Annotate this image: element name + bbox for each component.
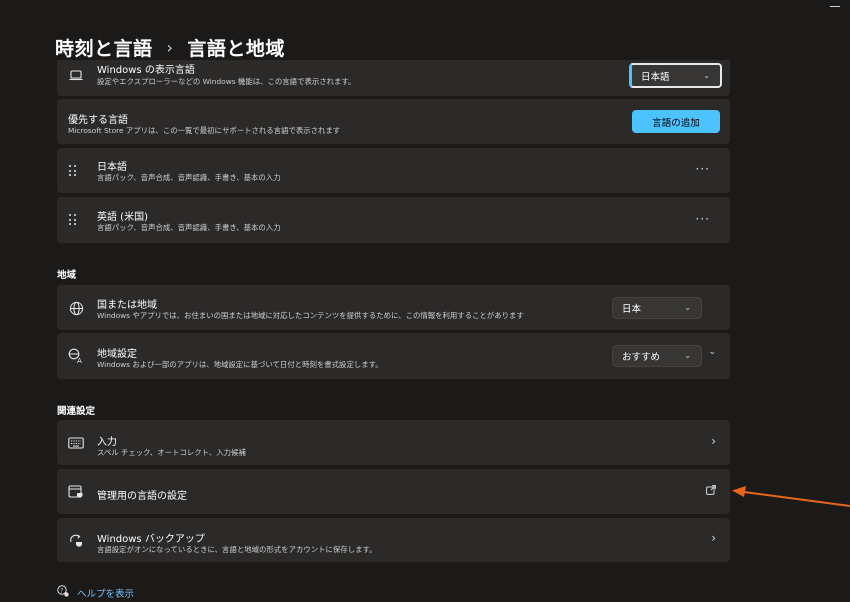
related-settings-title: 関連設定 <box>57 406 96 417</box>
display-language-card: Windows の表示言語 設定やエクスプローラーなどの Windows 機能は… <box>57 60 730 96</box>
open-external-icon[interactable] <box>706 484 716 498</box>
language-list-item[interactable]: 日本語 言語パック、音声合成、音声認識、手書き、基本の入力 ··· <box>57 148 730 193</box>
keyboard-icon <box>67 434 85 452</box>
minimize-button[interactable] <box>830 6 840 7</box>
chevron-down-icon: ⌄ <box>684 303 691 313</box>
more-options-icon[interactable]: ··· <box>696 212 710 226</box>
language-features: 言語パック、音声合成、音声認識、手書き、基本の入力 <box>97 223 281 232</box>
language-list-item[interactable]: 英語 (米国) 言語パック、音声合成、音声認識、手書き、基本の入力 ··· <box>57 197 730 243</box>
typing-desc: スペル チェック、オートコレクト、入力候補 <box>97 448 246 457</box>
country-region-value: 日本 <box>622 304 642 315</box>
expand-chevron-icon[interactable]: ⌄ <box>708 347 716 357</box>
help-label: ヘルプを表示 <box>77 588 135 600</box>
windows-backup-link[interactable]: Windows バックアップ 言語設定がオンになっているときに、言語と地域の形式… <box>57 518 730 562</box>
chevron-right-icon: › <box>711 434 716 448</box>
laptop-icon <box>67 66 85 84</box>
breadcrumb-parent[interactable]: 時刻と言語 <box>55 34 153 61</box>
regional-format-value: おすすめ <box>622 352 661 363</box>
admin-window-icon <box>67 483 85 501</box>
preferred-languages-title: 優先する言語 <box>68 115 128 126</box>
admin-language-settings-link[interactable]: 管理用の言語の設定 <box>57 469 730 514</box>
regional-format-icon: A <box>67 347 85 365</box>
language-name: 英語 (米国) <box>97 212 148 223</box>
regional-format-title: 地域設定 <box>97 349 137 360</box>
preferred-languages-desc: Microsoft Store アプリは、この一覧で最初にサポートされる言語で表… <box>68 126 341 135</box>
country-region-dropdown[interactable]: 日本 ⌄ <box>612 297 702 319</box>
svg-text:A: A <box>77 357 82 364</box>
globe-icon <box>67 299 85 317</box>
language-name: 日本語 <box>97 162 127 173</box>
annotation-arrow <box>732 486 850 507</box>
typing-settings-link[interactable]: 入力 スペル チェック、オートコレクト、入力候補 › <box>57 420 730 465</box>
typing-title: 入力 <box>97 437 117 448</box>
chevron-right-icon: › <box>711 531 716 545</box>
backup-desc: 言語設定がオンになっているときに、言語と地域の形式をアカウントに保存します。 <box>97 545 377 554</box>
chevron-right-icon: › <box>166 38 174 57</box>
drag-handle-icon[interactable] <box>69 214 77 226</box>
help-icon: ? <box>57 585 69 600</box>
preferred-languages-card: 優先する言語 Microsoft Store アプリは、この一覧で最初にサポート… <box>57 99 730 144</box>
help-link[interactable]: ? ヘルプを表示 <box>57 585 134 600</box>
country-region-desc: Windows やアプリでは、お住まいの国または地域に対応したコンテンツを提供す… <box>97 311 524 320</box>
regional-format-dropdown[interactable]: おすすめ ⌄ <box>612 345 702 367</box>
breadcrumb: 時刻と言語 › 言語と地域 <box>55 34 285 61</box>
language-features: 言語パック、音声合成、音声認識、手書き、基本の入力 <box>97 173 281 182</box>
admin-language-title: 管理用の言語の設定 <box>97 491 187 502</box>
chevron-down-icon: ⌄ <box>684 351 691 361</box>
add-language-button[interactable]: 言語の追加 <box>632 110 720 133</box>
region-section-title: 地域 <box>57 270 77 281</box>
svg-text:?: ? <box>60 587 63 594</box>
drag-handle-icon[interactable] <box>69 165 77 177</box>
display-language-desc: 設定やエクスプローラーなどの Windows 機能は、この言語で表示されます。 <box>97 77 356 86</box>
backup-title: Windows バックアップ <box>97 534 205 545</box>
display-language-title: Windows の表示言語 <box>97 65 195 76</box>
country-region-title: 国または地域 <box>97 300 157 311</box>
country-region-card: 国または地域 Windows やアプリでは、お住まいの国または地域に対応したコン… <box>57 285 730 330</box>
backup-icon <box>67 532 85 550</box>
display-language-value: 日本語 <box>641 71 670 83</box>
regional-format-card[interactable]: A 地域設定 Windows および一部のアプリは、地域設定に基づいて日付と時刻… <box>57 333 730 379</box>
chevron-down-icon: ⌄ <box>703 70 710 80</box>
regional-format-desc: Windows および一部のアプリは、地域設定に基づいて日付と時刻を書式設定しま… <box>97 360 383 369</box>
display-language-dropdown[interactable]: 日本語 ⌄ <box>629 63 722 88</box>
page-title: 言語と地域 <box>187 38 285 60</box>
more-options-icon[interactable]: ··· <box>696 162 710 176</box>
